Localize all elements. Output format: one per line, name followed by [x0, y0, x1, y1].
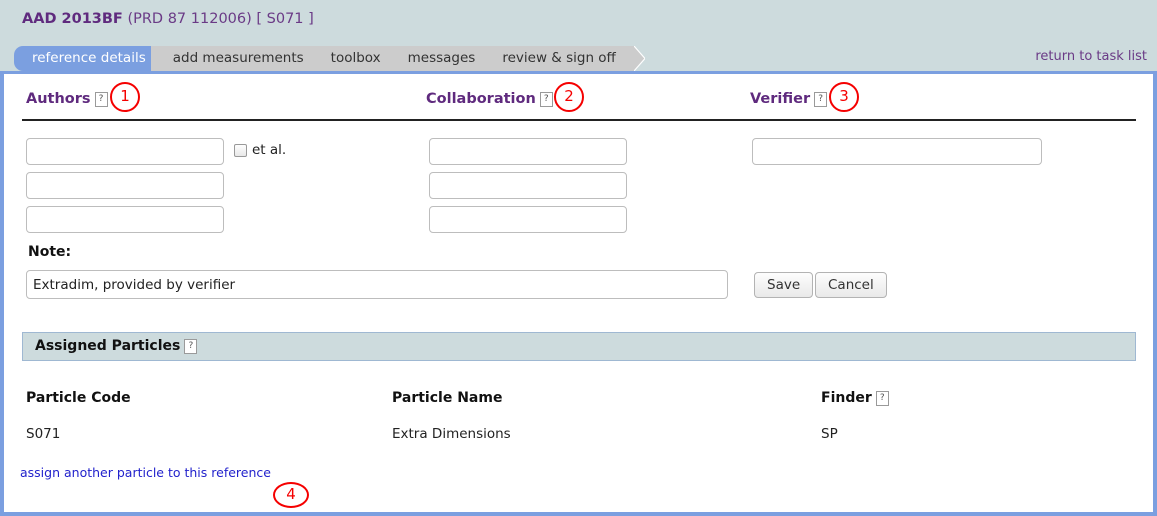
- tab-notch-icon: [633, 46, 645, 71]
- tab-review-sign-off-label: review & sign off: [502, 50, 616, 66]
- authors-heading: Authors?: [26, 91, 108, 107]
- author-2-input[interactable]: [26, 172, 224, 199]
- assigned-particles-title-label: Assigned Particles: [35, 338, 181, 354]
- assigned-particles-title: Assigned Particles?: [35, 338, 198, 354]
- assign-another-particle-link[interactable]: assign another particle to this referenc…: [20, 465, 271, 480]
- tab-messages-label: messages: [407, 50, 476, 66]
- page-title-main: AAD 2013BF: [22, 11, 123, 27]
- tab-review-sign-off[interactable]: review & sign off: [480, 46, 645, 71]
- table-row-finder: SP: [821, 426, 838, 442]
- column-header-particle-code: Particle Code: [26, 390, 131, 406]
- save-button[interactable]: Save: [754, 272, 814, 298]
- tab-toolbox[interactable]: toolbox: [308, 46, 408, 71]
- note-input[interactable]: [26, 270, 728, 299]
- page-header: AAD 2013BF (PRD 87 112006) [ S071 ] refe…: [0, 0, 1157, 71]
- reference-details-page: AAD 2013BF (PRD 87 112006) [ S071 ] refe…: [0, 0, 1157, 516]
- return-to-task-list-link[interactable]: return to task list: [1035, 49, 1147, 64]
- collaboration-heading-label: Collaboration: [426, 91, 536, 107]
- author-3-input[interactable]: [26, 206, 224, 233]
- tab-toolbox-label: toolbox: [330, 50, 381, 66]
- column-header-particle-name: Particle Name: [392, 390, 503, 406]
- column-header-finder: Finder?: [821, 390, 889, 406]
- tab-messages[interactable]: messages: [385, 46, 503, 71]
- verifier-heading: Verifier?: [750, 91, 828, 107]
- tab-reference-details-label: reference details: [32, 50, 146, 66]
- help-icon[interactable]: ?: [539, 92, 553, 107]
- authors-heading-label: Authors: [26, 91, 91, 107]
- tab-bar: reference details add measurements toolb…: [14, 46, 645, 71]
- assigned-particles-section-bar: Assigned Particles?: [22, 332, 1136, 361]
- help-icon[interactable]: ?: [814, 92, 828, 107]
- main-panel: Authors? Collaboration? Verifier? et al.…: [0, 71, 1157, 516]
- verifier-heading-label: Verifier: [750, 91, 811, 107]
- author-1-input[interactable]: [26, 138, 224, 165]
- collaboration-1-input[interactable]: [429, 138, 627, 165]
- et-al-checkbox[interactable]: [234, 143, 247, 157]
- table-row-particle-name: Extra Dimensions: [392, 426, 511, 442]
- help-icon[interactable]: ?: [184, 339, 198, 354]
- et-al-label: et al.: [252, 142, 287, 158]
- cancel-button[interactable]: Cancel: [815, 272, 887, 298]
- page-title-sub: (PRD 87 112006) [ S071 ]: [127, 11, 314, 27]
- column-header-finder-label: Finder: [821, 390, 872, 406]
- help-icon[interactable]: ?: [875, 391, 889, 406]
- help-icon[interactable]: ?: [94, 92, 108, 107]
- collaboration-3-input[interactable]: [429, 206, 627, 233]
- et-al-field[interactable]: et al.: [234, 142, 286, 158]
- collaboration-heading: Collaboration?: [426, 91, 553, 107]
- verifier-1-input[interactable]: [752, 138, 1042, 165]
- tab-add-measurements[interactable]: add measurements: [150, 46, 331, 71]
- table-row-particle-code: S071: [26, 426, 61, 442]
- heading-divider: [22, 119, 1136, 121]
- tab-reference-details[interactable]: reference details: [14, 46, 173, 71]
- collaboration-2-input[interactable]: [429, 172, 627, 199]
- note-label: Note:: [28, 244, 72, 260]
- page-title: AAD 2013BF (PRD 87 112006) [ S071 ]: [22, 11, 314, 27]
- tab-add-measurements-label: add measurements: [172, 50, 304, 66]
